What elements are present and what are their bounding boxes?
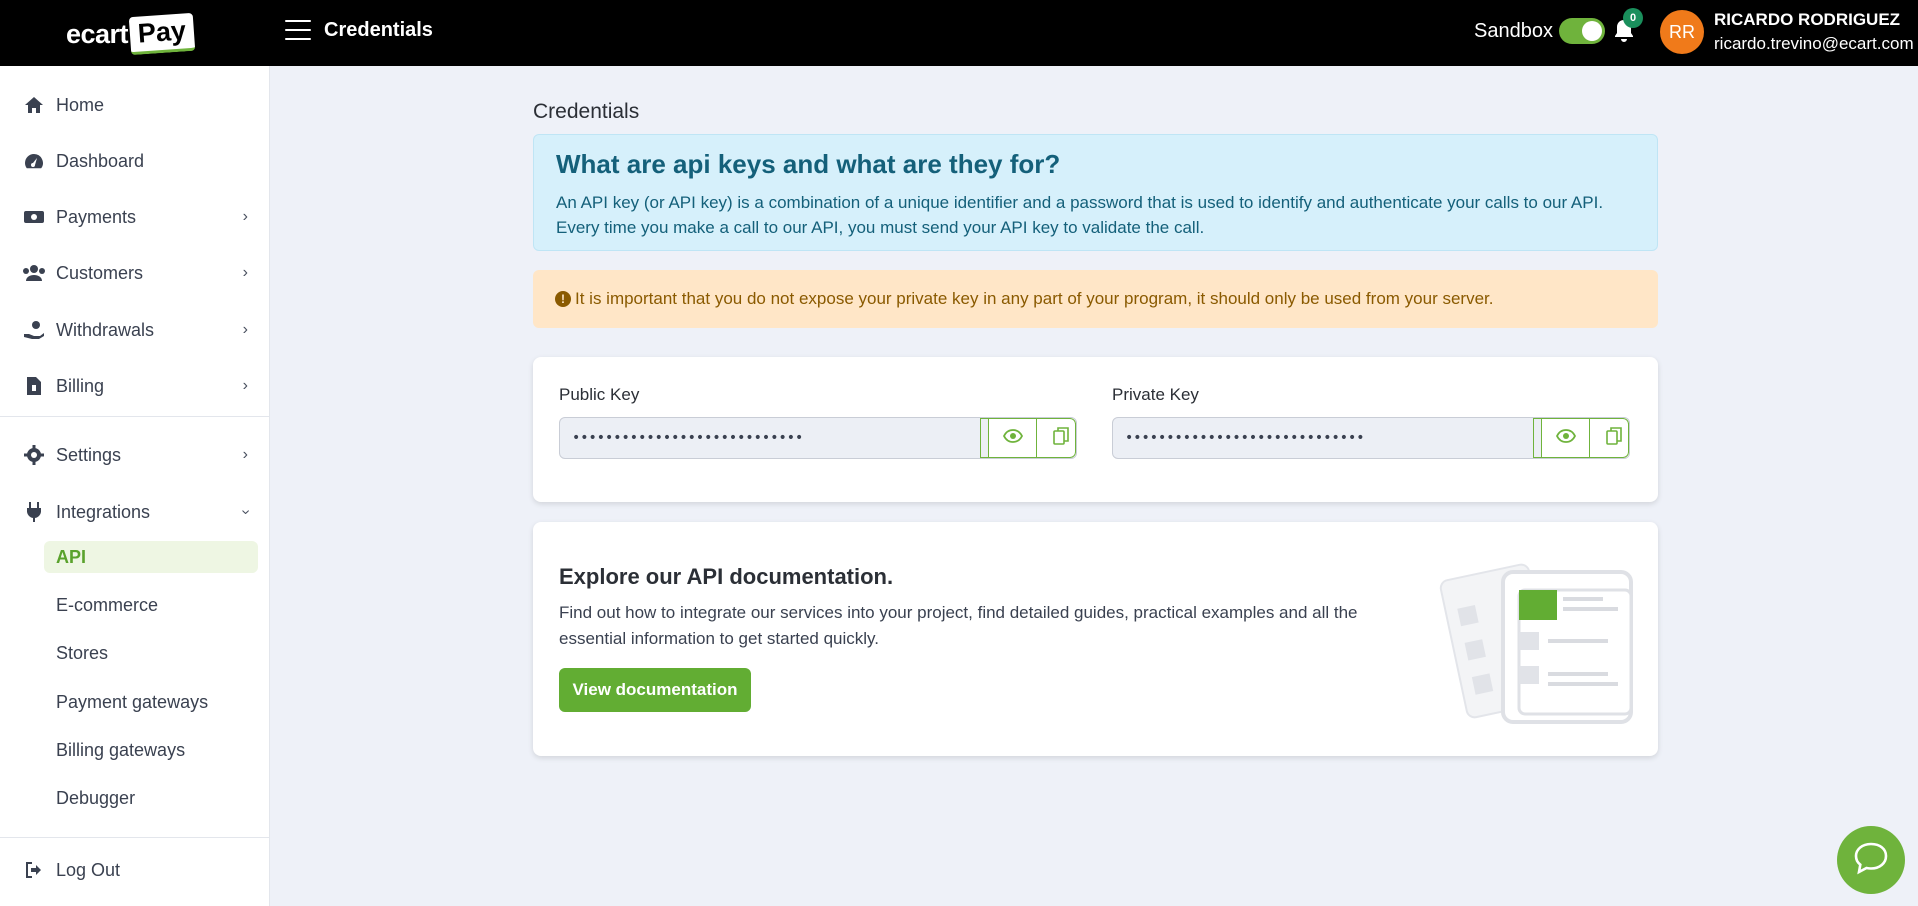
chat-support-button[interactable] [1837, 826, 1905, 894]
menu-toggle-icon[interactable] [285, 20, 311, 42]
sidebar-item-home[interactable]: Home [0, 85, 270, 125]
sidebar-item-integrations[interactable]: Integrations › [0, 492, 270, 532]
public-key-field [559, 417, 1077, 459]
eye-icon [1002, 428, 1023, 448]
public-key-input[interactable] [560, 418, 988, 458]
sidebar-item-settings[interactable]: Settings › [0, 435, 270, 475]
logout-icon [22, 858, 46, 882]
sidebar-item-withdrawals[interactable]: Withdrawals › [0, 310, 270, 350]
sidebar-item-label: Customers [56, 262, 144, 283]
private-key-label: Private Key [1112, 385, 1199, 404]
sidebar-item-billing[interactable]: Billing › [0, 366, 270, 406]
warning-alert: ! It is important that you do not expose… [533, 270, 1658, 328]
show-private-key-button[interactable] [1541, 418, 1589, 458]
sidebar-subitem-payment-gateways[interactable]: Payment gateways [44, 686, 258, 718]
show-public-key-button[interactable] [988, 418, 1036, 458]
home-icon [22, 93, 46, 117]
documents-illustration-icon [1433, 542, 1633, 742]
users-icon [22, 261, 46, 285]
copy-icon [1052, 426, 1069, 450]
sidebar: Home Dashboard Payments › Customers › Wi… [0, 66, 270, 906]
sidebar-subitem-debugger[interactable]: Debugger [44, 782, 258, 814]
sandbox-toggle[interactable] [1559, 18, 1605, 44]
chevron-right-icon: › [242, 321, 248, 338]
money-icon [22, 205, 46, 229]
private-key-input[interactable] [1113, 418, 1541, 458]
logo-text: ecart [66, 18, 129, 49]
sidebar-item-label: Integrations [56, 501, 151, 522]
gear-icon [22, 443, 46, 467]
sidebar-item-customers[interactable]: Customers › [0, 253, 270, 293]
docs-title: Explore our API documentation. [559, 564, 894, 589]
chevron-right-icon: › [242, 446, 248, 463]
sidebar-item-label: Log Out [56, 859, 121, 880]
sandbox-label: Sandbox [1474, 20, 1553, 42]
hand-coin-icon [22, 318, 46, 342]
chat-bubble-icon [1853, 841, 1889, 880]
api-keys-card: Public Key Private Key [533, 357, 1658, 502]
sidebar-item-payments[interactable]: Payments › [0, 197, 270, 237]
chevron-right-icon: › [242, 264, 248, 281]
sidebar-item-label: Dashboard [56, 150, 145, 171]
eye-icon [1555, 428, 1576, 448]
sidebar-item-logout[interactable]: Log Out [0, 850, 270, 890]
chevron-right-icon: › [242, 208, 248, 225]
logo-box-text: Pay [128, 12, 196, 56]
copy-icon [1605, 426, 1622, 450]
sidebar-subitem-ecommerce[interactable]: E-commerce [44, 589, 258, 621]
invoice-icon [22, 374, 46, 398]
page-title: Credentials [533, 100, 640, 123]
api-docs-card: Explore our API documentation. Find out … [533, 522, 1658, 756]
top-bar: ecart Pay Credentials Sandbox 0 RR RICAR… [0, 0, 1918, 66]
view-documentation-button[interactable]: View documentation [559, 668, 751, 712]
exclamation-icon: ! [555, 291, 571, 307]
copy-public-key-button[interactable] [1036, 418, 1076, 458]
info-alert-title: What are api keys and what are they for? [556, 149, 1061, 179]
gauge-icon [22, 149, 46, 173]
sidebar-item-label: Billing [56, 375, 105, 396]
warning-text: It is important that you do not expose y… [575, 289, 1494, 308]
sidebar-item-label: Home [56, 94, 105, 115]
info-alert: What are api keys and what are they for?… [533, 134, 1658, 251]
chevron-right-icon: › [242, 377, 248, 394]
user-name[interactable]: RICARDO RODRIGUEZ [1714, 10, 1900, 30]
sidebar-item-label: Withdrawals [56, 319, 155, 340]
avatar[interactable]: RR [1660, 10, 1704, 54]
header-page-title: Credentials [324, 19, 433, 41]
chevron-down-icon: › [237, 509, 255, 515]
sidebar-item-dashboard[interactable]: Dashboard [0, 141, 270, 181]
sidebar-subitem-billing-gateways[interactable]: Billing gateways [44, 734, 258, 766]
copy-private-key-button[interactable] [1589, 418, 1629, 458]
sidebar-subitem-api[interactable]: API [44, 541, 258, 573]
docs-description: Find out how to integrate our services i… [559, 603, 1358, 648]
user-email[interactable]: ricardo.trevino@ecart.com [1714, 34, 1914, 54]
sidebar-item-label: Settings [56, 444, 122, 465]
notification-badge: 0 [1623, 8, 1643, 28]
sidebar-divider [0, 837, 270, 838]
sidebar-subitem-stores[interactable]: Stores [44, 637, 258, 669]
sidebar-item-label: Payments [56, 206, 137, 227]
public-key-label: Public Key [559, 385, 640, 404]
plug-icon [22, 500, 46, 524]
info-alert-text: An API key (or API key) is a combination… [556, 193, 1604, 237]
sidebar-divider [0, 416, 270, 417]
ecartpay-logo[interactable]: ecart Pay [66, 12, 196, 56]
private-key-field [1112, 417, 1630, 459]
